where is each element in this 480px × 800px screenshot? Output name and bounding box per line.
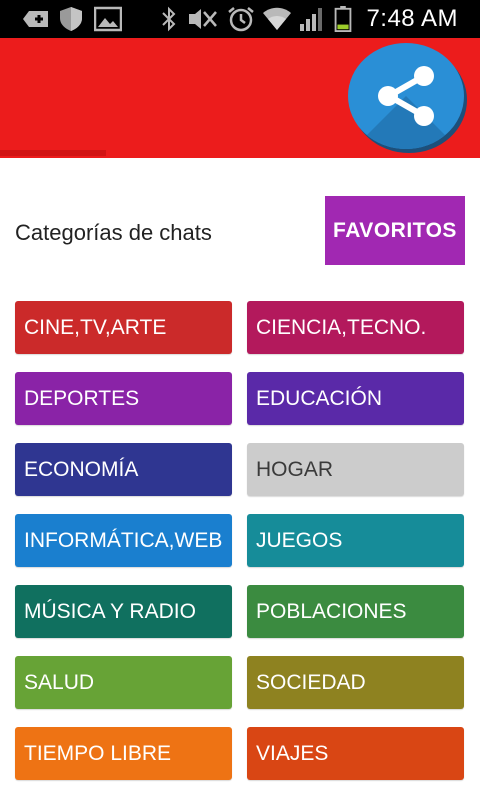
category-label: HOGAR [256, 457, 334, 481]
category-cine-tv-arte[interactable]: CINE,TV,ARTE [15, 301, 232, 354]
header-accent-bar [0, 150, 106, 156]
category-label: ECONOMÍA [24, 457, 139, 481]
bluetooth-icon [162, 6, 176, 32]
category-label: JUEGOS [256, 528, 343, 552]
category-educacion[interactable]: EDUCACIÓN [247, 372, 464, 425]
add-box-icon [23, 11, 48, 27]
category-musica-y-radio[interactable]: MÚSICA Y RADIO [15, 585, 232, 638]
signal-icon [300, 8, 322, 31]
category-informatica-web[interactable]: INFORMÁTICA,WEB [15, 514, 232, 567]
category-label: CINE,TV,ARTE [24, 315, 167, 339]
image-icon [94, 6, 122, 32]
mute-icon [189, 9, 217, 29]
category-poblaciones[interactable]: POBLACIONES [247, 585, 464, 638]
category-ciencia-tecno[interactable]: CIENCIA,TECNO. [247, 301, 464, 354]
category-label: EDUCACIÓN [256, 386, 383, 410]
category-juegos[interactable]: JUEGOS [247, 514, 464, 567]
category-label: SALUD [24, 670, 95, 694]
category-economia[interactable]: ECONOMÍA [15, 443, 232, 496]
category-label: POBLACIONES [256, 599, 407, 623]
category-hogar[interactable]: HOGAR [247, 443, 464, 496]
share-button[interactable] [348, 43, 464, 149]
category-sociedad[interactable]: SOCIEDAD [247, 656, 464, 709]
category-deportes[interactable]: DEPORTES [15, 372, 232, 425]
favorites-button[interactable]: FAVORITOS [325, 196, 465, 265]
share-icon [378, 66, 434, 126]
shield-icon [60, 7, 82, 31]
category-label: TIEMPO LIBRE [24, 741, 172, 765]
category-label: MÚSICA Y RADIO [24, 599, 196, 623]
category-viajes[interactable]: VIAJES [247, 727, 464, 780]
category-label: DEPORTES [24, 386, 140, 410]
category-tiempo-libre[interactable]: TIEMPO LIBRE [15, 727, 232, 780]
alarm-icon [228, 7, 254, 32]
battery-icon [334, 6, 352, 32]
category-label: SOCIEDAD [256, 670, 366, 694]
wifi-icon [263, 7, 291, 30]
category-label: VIAJES [256, 741, 329, 765]
section-title: Categorías de chats [15, 220, 212, 245]
category-label: CIENCIA,TECNO. [256, 315, 427, 339]
category-salud[interactable]: SALUD [15, 656, 232, 709]
category-label: INFORMÁTICA,WEB [24, 528, 223, 552]
status-bar: 7:48 AM [0, 0, 480, 38]
status-time: 7:48 AM [366, 5, 458, 32]
